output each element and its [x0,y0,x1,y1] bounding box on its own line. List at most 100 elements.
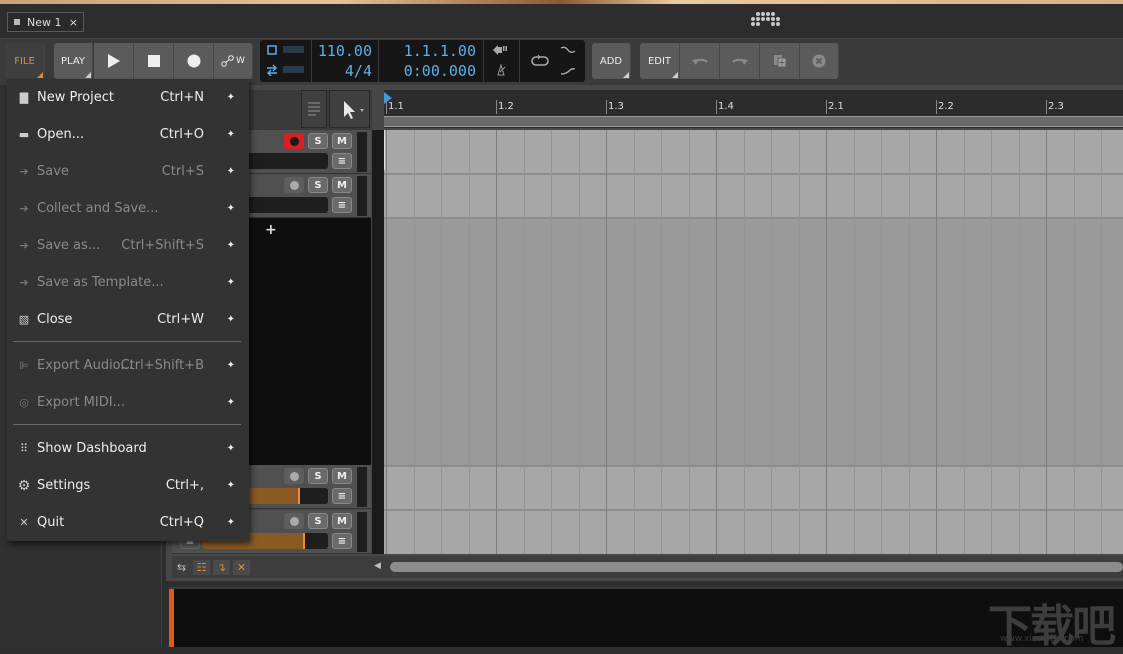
mute-button[interactable]: M [332,133,352,149]
bitwig-logo-icon[interactable] [750,12,782,30]
arrangement-grid[interactable] [384,130,1123,554]
menu-item-new-project[interactable]: ▇ New Project Ctrl+N ✦ [7,79,249,116]
solo-button[interactable]: S [308,468,328,484]
pin-icon[interactable]: ✦ [227,166,235,177]
mute-button[interactable]: M [332,177,352,193]
io-meter [283,66,304,73]
menu-item-show-dashboard[interactable]: ⠿ Show Dashboard ✦ [7,430,249,467]
punch-out-icon[interactable] [560,66,576,76]
play-button[interactable] [94,43,134,79]
pin-icon[interactable]: ✦ [227,517,235,528]
track-menu-button[interactable]: ≡ [332,197,352,213]
pin-icon[interactable]: ✦ [227,397,235,408]
menu-item-export-audio[interactable]: ⊫ Export Audio... Ctrl+Shift+B ✦ [7,347,249,384]
menu-item-quit[interactable]: ✕ Quit Ctrl+Q ✦ [7,504,249,541]
record-arm-button[interactable] [284,513,304,529]
grid-line [496,130,497,554]
position-beats-display[interactable]: 1.1.1.00 [380,42,476,60]
grid-line [1101,130,1102,554]
add-track-button[interactable]: + [265,222,277,238]
tab-status-icon [14,19,20,25]
pin-icon[interactable]: ✦ [227,480,235,491]
position-time-display[interactable]: 0:00.000 [380,62,476,80]
time-signature-display[interactable]: 4/4 [312,62,372,80]
pin-icon[interactable]: ✦ [227,92,235,103]
punch-in-icon[interactable] [560,45,576,55]
menu-separator [13,341,241,342]
level-meter [357,512,367,552]
solo-button[interactable]: S [308,133,328,149]
midi-icon: ◎ [19,396,29,409]
menu-item-collect-and-save[interactable]: ➔ Collect and Save... ✦ [7,190,249,227]
clear-icon[interactable]: ✕ [233,560,250,575]
undo-button[interactable] [680,43,720,79]
horizontal-scrollbar[interactable] [390,562,1123,572]
loop-region-bar[interactable] [384,116,1123,127]
edit-button[interactable]: EDIT [640,43,680,79]
file-menu-button[interactable]: FILE [5,43,45,79]
pin-icon[interactable]: ✦ [227,314,235,325]
follow-icon[interactable]: ↴ [213,560,230,575]
dashboard-icon: ⠿ [19,442,29,455]
grid-line [413,130,415,554]
menu-separator [13,424,241,425]
tab-close-icon[interactable]: × [69,16,78,29]
undo-icon [691,58,708,65]
swap-icon[interactable]: ⇆ [173,560,190,575]
tempo-display[interactable]: 110.00 [312,42,372,60]
metronome-icon[interactable] [495,64,507,76]
save-template-icon: ➔ [19,276,29,289]
record-arm-button[interactable] [284,177,304,193]
title-bar [0,4,1123,38]
menu-item-save[interactable]: ➔ Save Ctrl+S ✦ [7,153,249,190]
loop-icon[interactable] [530,54,550,68]
delete-button[interactable] [800,43,839,79]
mute-button[interactable]: M [332,468,352,484]
pin-icon[interactable]: ✦ [227,443,235,454]
close-document-icon: ▧ [18,313,30,326]
track-menu-button[interactable]: ≡ [332,153,352,169]
pin-icon[interactable]: ✦ [227,360,235,371]
editor-accent-bar [169,589,174,647]
track-list-button[interactable] [301,90,327,128]
menu-item-save-as-template[interactable]: ➔ Save as Template... ✦ [7,264,249,301]
add-button[interactable]: ADD [592,43,631,79]
watermark-url: www.xiazaiba.com [1000,634,1084,644]
duplicate-button[interactable] [760,43,800,79]
record-button[interactable] [174,43,214,79]
menu-item-export-midi[interactable]: ◎ Export MIDI... ✦ [7,384,249,421]
grid-line [688,130,690,554]
menu-item-settings[interactable]: ⚙ Settings Ctrl+, ✦ [7,467,249,504]
record-arm-button[interactable] [284,468,304,484]
add-label: ADD [599,55,623,67]
solo-button[interactable]: S [308,177,328,193]
solo-button[interactable]: S [308,513,328,529]
play-menu-button[interactable]: PLAY [54,43,93,79]
pre-roll-icon[interactable] [493,44,507,56]
x-icon: ✕ [19,516,29,529]
track-menu-button[interactable]: ≡ [332,533,352,549]
layout-icon[interactable]: ☷ [193,560,210,575]
automation-write-button[interactable]: W [214,43,253,79]
cpu-meter [283,46,304,53]
track-menu-button[interactable]: ≡ [332,488,352,504]
pin-icon[interactable]: ✦ [227,277,235,288]
grid-line [523,130,525,554]
menu-item-open[interactable]: ▬ Open... Ctrl+O ✦ [7,116,249,153]
stop-button[interactable] [134,43,174,79]
mute-button[interactable]: M [332,513,352,529]
pin-icon[interactable]: ✦ [227,240,235,251]
menu-item-save-as[interactable]: ➔ Save as... Ctrl+Shift+S ✦ [7,227,249,264]
menu-item-close[interactable]: ▧ Close Ctrl+W ✦ [7,301,249,338]
project-tab[interactable]: New 1 × [7,12,84,32]
record-arm-button[interactable] [284,133,304,149]
scroll-left-arrow-icon[interactable]: ◀ [374,561,381,571]
grid-line [798,130,800,554]
pin-icon[interactable]: ✦ [227,203,235,214]
watermark: 下载吧 [988,601,1116,652]
pin-icon[interactable]: ✦ [227,129,235,140]
track-divider [372,130,384,554]
stop-icon [147,55,160,67]
redo-button[interactable] [720,43,760,79]
pointer-tool-button[interactable] [329,90,370,128]
